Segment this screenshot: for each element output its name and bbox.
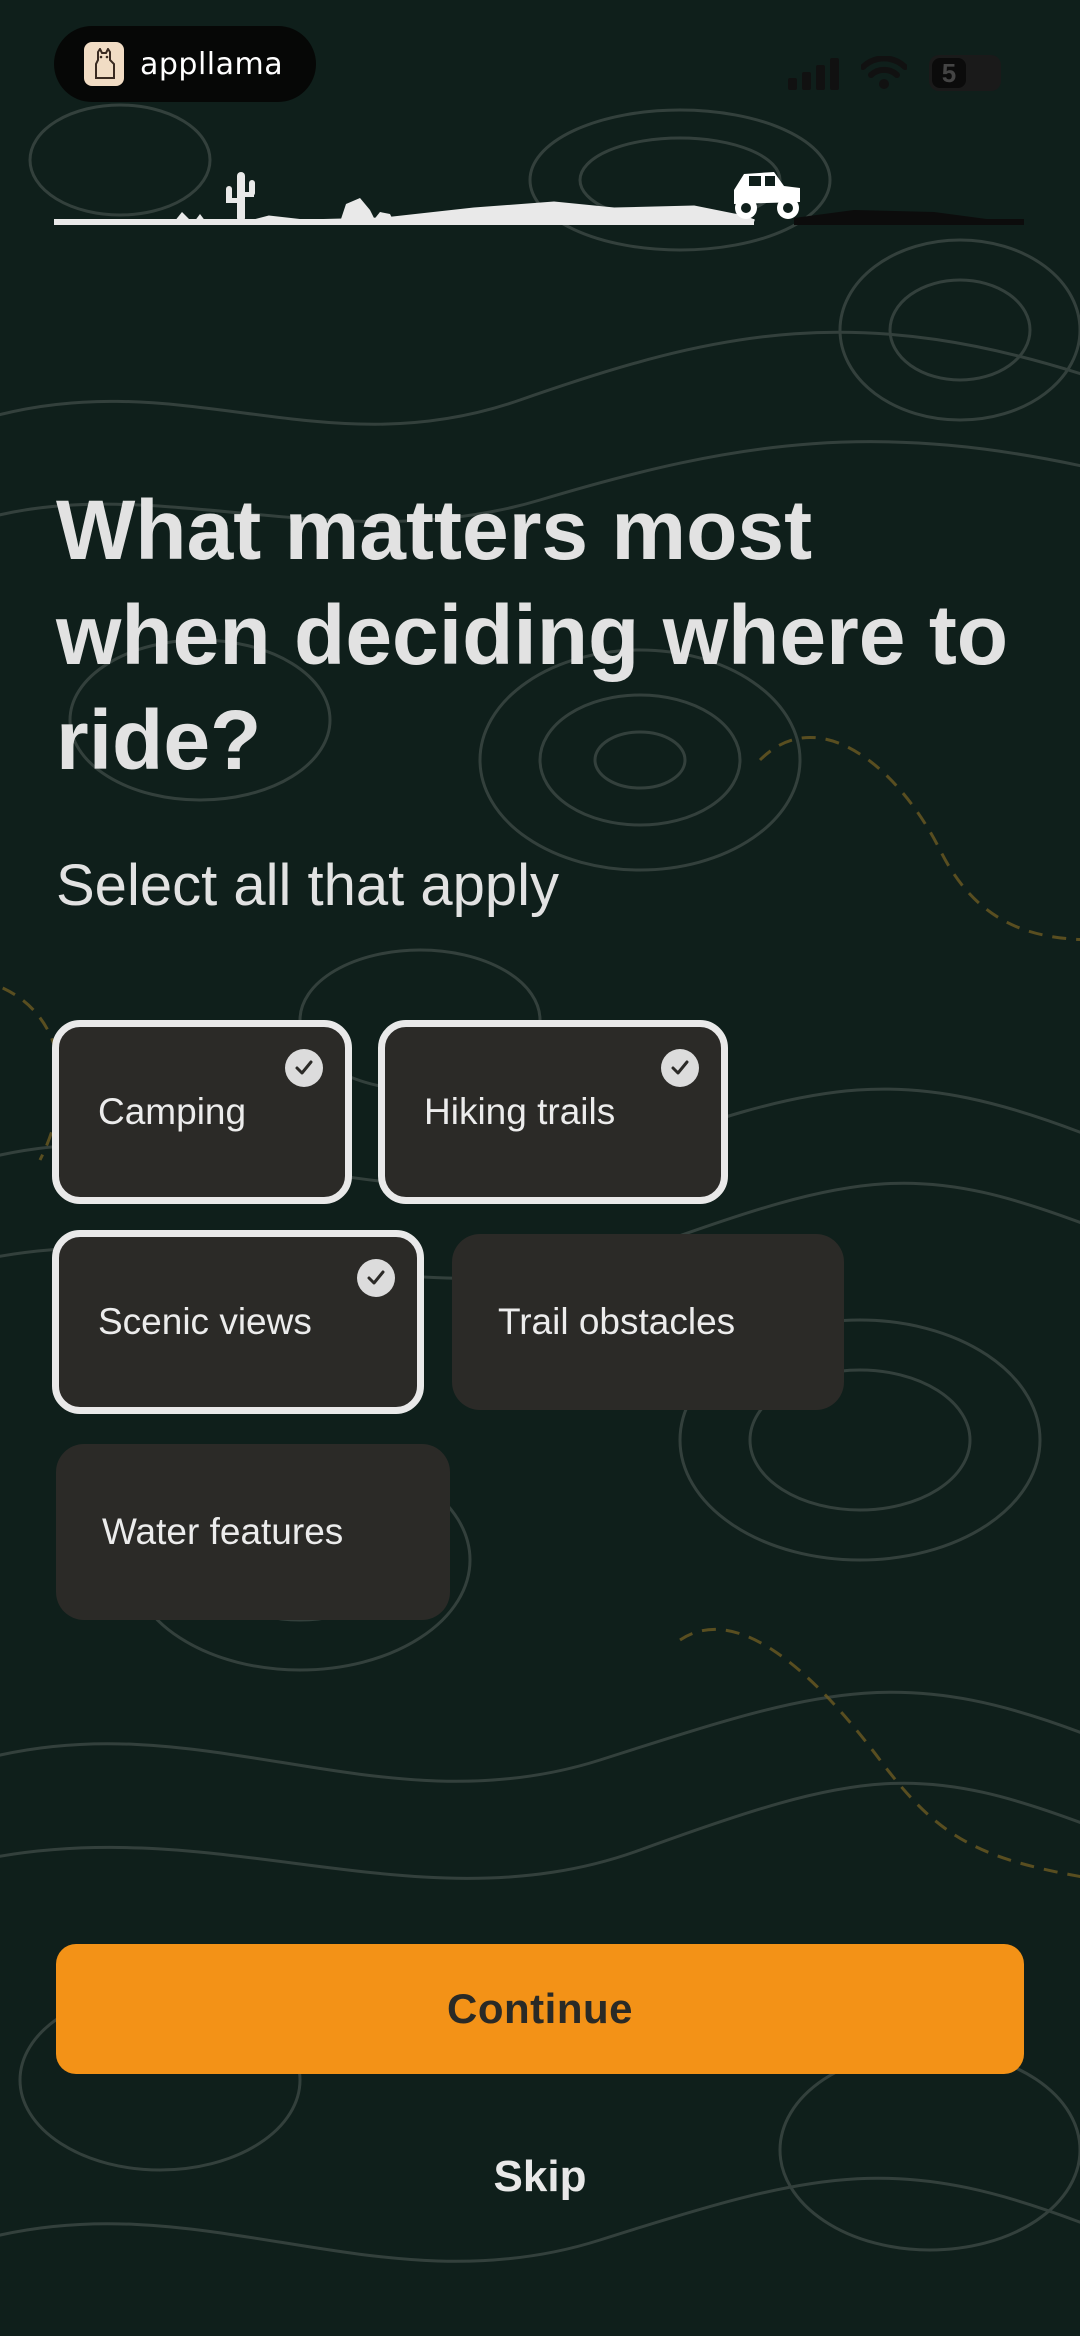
check-icon xyxy=(661,1049,699,1087)
option-hiking-trails[interactable]: Hiking trails xyxy=(378,1020,728,1204)
skip-button[interactable]: Skip xyxy=(440,2142,640,2212)
option-label: Camping xyxy=(98,1091,247,1132)
continue-button[interactable]: Continue xyxy=(56,1944,1024,2074)
option-camping[interactable]: Camping xyxy=(52,1020,352,1204)
question-title: What matters most when deciding where to… xyxy=(56,483,1009,787)
llama-icon xyxy=(84,42,124,86)
battery-icon: 5 xyxy=(929,55,1001,91)
wifi-icon xyxy=(861,56,907,89)
question-subtitle: Select all that apply xyxy=(56,853,559,918)
status-icons: 5 xyxy=(788,48,1008,98)
offroad-vehicle-icon xyxy=(734,172,800,219)
option-scenic-views[interactable]: Scenic views xyxy=(52,1230,424,1414)
check-icon xyxy=(357,1259,395,1297)
option-trail-obstacles[interactable]: Trail obstacles xyxy=(452,1234,844,1410)
option-label: Trail obstacles xyxy=(498,1301,736,1342)
option-label: Water features xyxy=(102,1511,344,1552)
progress-indicator xyxy=(54,172,1024,225)
option-label: Hiking trails xyxy=(424,1091,616,1132)
check-icon xyxy=(285,1049,323,1087)
brand-name: appllama xyxy=(140,46,284,82)
battery-level: 5 xyxy=(932,58,966,88)
cellular-signal-icon xyxy=(788,56,839,90)
option-water-features[interactable]: Water features xyxy=(56,1444,450,1620)
cactus-icon xyxy=(174,172,255,222)
brand-pill: appllama xyxy=(54,26,316,102)
option-label: Scenic views xyxy=(98,1301,312,1342)
rocks-icon xyxy=(340,198,394,222)
